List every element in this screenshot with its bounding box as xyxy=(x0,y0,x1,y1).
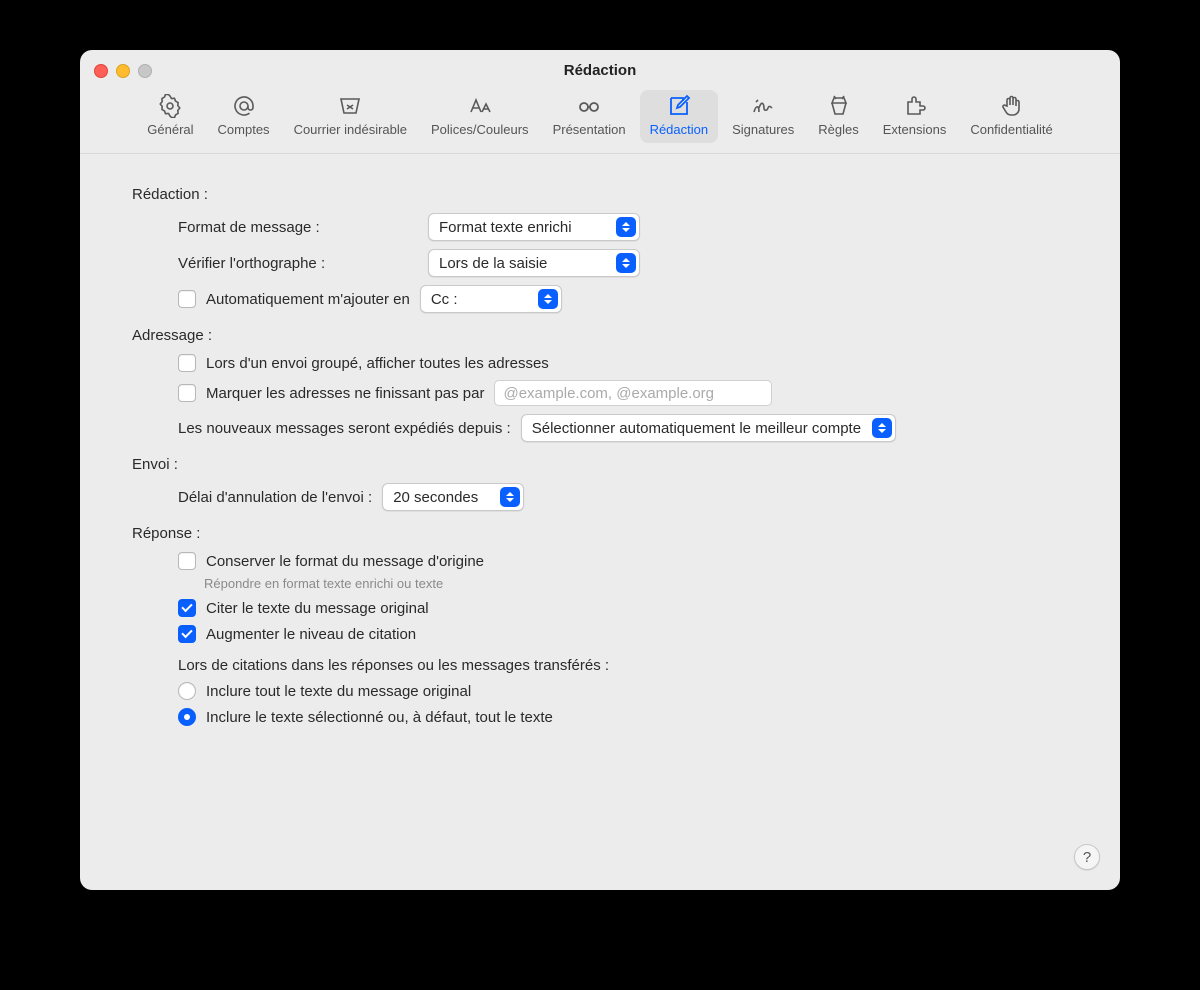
chevron-updown-icon xyxy=(616,253,636,273)
rules-icon xyxy=(824,94,854,118)
mark-addresses-label: Marquer les adresses ne finissant pas pa… xyxy=(206,385,484,402)
question-mark-icon: ? xyxy=(1083,849,1091,866)
tab-accounts[interactable]: Comptes xyxy=(208,90,280,143)
auto-add-me-label: Automatiquement m'ajouter en xyxy=(206,291,410,308)
message-format-select[interactable]: Format texte enrichi xyxy=(428,213,640,241)
section-heading-sending: Envoi : xyxy=(132,456,1080,473)
junk-icon xyxy=(335,94,365,118)
tab-label: Extensions xyxy=(883,122,947,137)
window-title: Rédaction xyxy=(564,62,637,79)
titlebar: Rédaction xyxy=(80,50,1120,90)
when-quoting-label: Lors de citations dans les réponses ou l… xyxy=(178,657,1080,674)
tab-label: Rédaction xyxy=(650,122,709,137)
tab-label: Confidentialité xyxy=(970,122,1052,137)
undo-delay-label: Délai d'annulation de l'envoi : xyxy=(178,489,372,506)
help-button[interactable]: ? xyxy=(1074,844,1100,870)
show-all-addresses-label: Lors d'un envoi groupé, afficher toutes … xyxy=(206,355,549,372)
close-window-button[interactable] xyxy=(94,64,108,78)
preferences-toolbar: Général Comptes Courrier indésirable Pol… xyxy=(80,90,1120,154)
select-value: Format texte enrichi xyxy=(439,219,580,236)
puzzle-icon xyxy=(900,94,930,118)
tab-label: Polices/Couleurs xyxy=(431,122,529,137)
font-icon xyxy=(465,94,495,118)
spellcheck-select[interactable]: Lors de la saisie xyxy=(428,249,640,277)
tab-label: Comptes xyxy=(218,122,270,137)
gear-icon xyxy=(155,94,185,118)
increase-quote-level-label: Augmenter le niveau de citation xyxy=(206,626,416,643)
mark-addresses-field[interactable]: @example.com, @example.org xyxy=(494,380,772,406)
tab-label: Règles xyxy=(818,122,858,137)
keep-original-format-checkbox[interactable] xyxy=(178,552,196,570)
tab-composing[interactable]: Rédaction xyxy=(640,90,719,143)
quote-original-checkbox[interactable] xyxy=(178,599,196,617)
compose-icon xyxy=(664,94,694,118)
preferences-window: Rédaction Général Comptes Courrier indés… xyxy=(80,50,1120,890)
tab-extensions[interactable]: Extensions xyxy=(873,90,957,143)
section-heading-composing: Rédaction : xyxy=(132,186,1080,203)
minimize-window-button[interactable] xyxy=(116,64,130,78)
select-value: 20 secondes xyxy=(393,489,486,506)
select-value: Cc : xyxy=(431,291,466,308)
content-area: Rédaction : Format de message : Format t… xyxy=(80,154,1120,754)
chevron-updown-icon xyxy=(538,289,558,309)
zoom-window-button[interactable] xyxy=(138,64,152,78)
auto-add-me-checkbox[interactable] xyxy=(178,290,196,308)
signature-icon xyxy=(748,94,778,118)
tab-signatures[interactable]: Signatures xyxy=(722,90,804,143)
quote-original-label: Citer le texte du message original xyxy=(206,600,429,617)
show-all-addresses-checkbox[interactable] xyxy=(178,354,196,372)
chevron-updown-icon xyxy=(616,217,636,237)
tab-label: Courrier indésirable xyxy=(294,122,407,137)
include-selected-text-radio[interactable] xyxy=(178,708,196,726)
at-icon xyxy=(229,94,259,118)
auto-add-me-select[interactable]: Cc : xyxy=(420,285,562,313)
section-heading-addressing: Adressage : xyxy=(132,327,1080,344)
chevron-updown-icon xyxy=(500,487,520,507)
tab-privacy[interactable]: Confidentialité xyxy=(960,90,1062,143)
tab-rules[interactable]: Règles xyxy=(808,90,868,143)
include-selected-text-label: Inclure le texte sélectionné ou, à défau… xyxy=(206,709,553,726)
tab-viewing[interactable]: Présentation xyxy=(543,90,636,143)
increase-quote-level-checkbox[interactable] xyxy=(178,625,196,643)
tab-junk[interactable]: Courrier indésirable xyxy=(284,90,417,143)
keep-original-format-label: Conserver le format du message d'origine xyxy=(206,553,484,570)
message-format-label: Format de message : xyxy=(178,219,418,236)
undo-delay-select[interactable]: 20 secondes xyxy=(382,483,524,511)
traffic-lights xyxy=(94,64,152,78)
spellcheck-label: Vérifier l'orthographe : xyxy=(178,255,418,272)
include-all-text-radio[interactable] xyxy=(178,682,196,700)
send-from-label: Les nouveaux messages seront expédiés de… xyxy=(178,420,511,437)
include-all-text-label: Inclure tout le texte du message origina… xyxy=(206,683,471,700)
tab-label: Signatures xyxy=(732,122,794,137)
select-value: Lors de la saisie xyxy=(439,255,555,272)
glasses-icon xyxy=(574,94,604,118)
tab-fonts[interactable]: Polices/Couleurs xyxy=(421,90,539,143)
placeholder-text: @example.com, @example.org xyxy=(503,385,714,402)
section-heading-reply: Réponse : xyxy=(132,525,1080,542)
select-value: Sélectionner automatiquement le meilleur… xyxy=(532,420,869,437)
mark-addresses-checkbox[interactable] xyxy=(178,384,196,402)
keep-original-format-hint: Répondre en format texte enrichi ou text… xyxy=(204,576,1080,591)
tab-general[interactable]: Général xyxy=(137,90,203,143)
chevron-updown-icon xyxy=(872,418,892,438)
send-from-select[interactable]: Sélectionner automatiquement le meilleur… xyxy=(521,414,896,442)
tab-label: Présentation xyxy=(553,122,626,137)
tab-label: Général xyxy=(147,122,193,137)
hand-icon xyxy=(997,94,1027,118)
